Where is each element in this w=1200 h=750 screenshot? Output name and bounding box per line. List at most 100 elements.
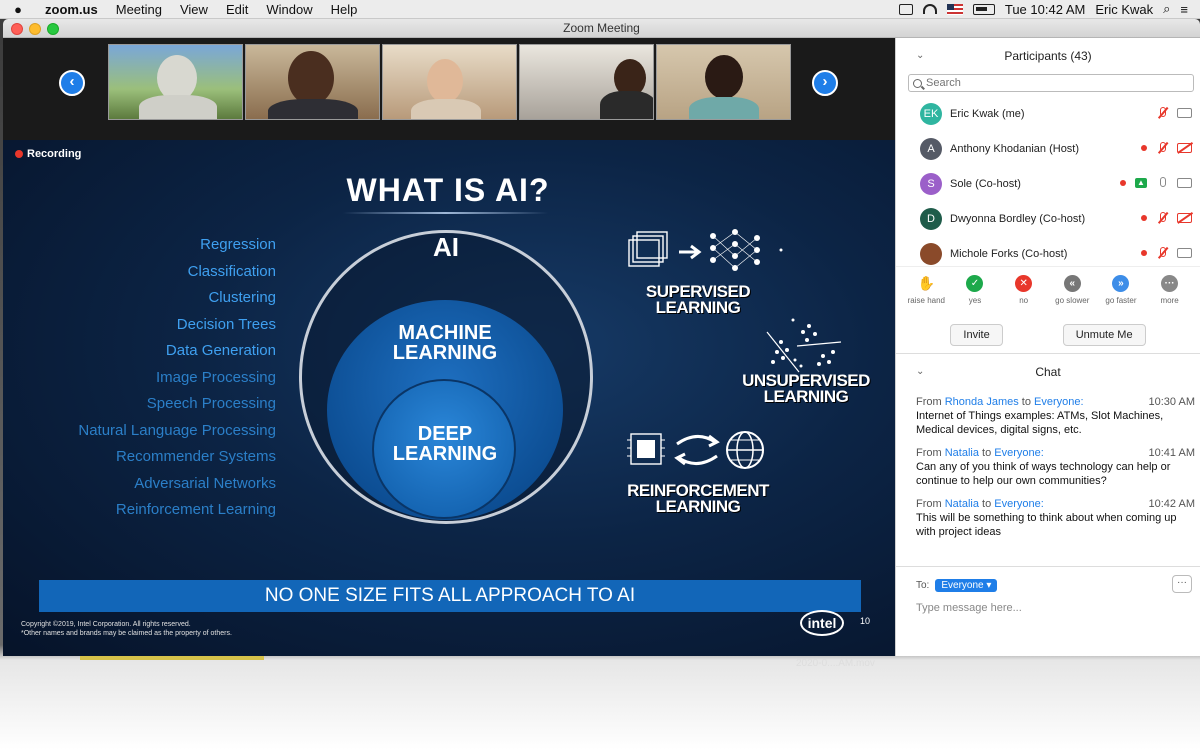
from-word: From <box>916 447 942 459</box>
menubar-user[interactable]: Eric Kwak <box>1095 2 1153 17</box>
person-figure <box>288 51 334 105</box>
message-sender[interactable]: Rhonda James <box>945 396 1019 408</box>
input-source-flag-icon[interactable] <box>946 3 963 15</box>
minimize-window-icon[interactable] <box>29 23 41 35</box>
previous-page-arrow-icon[interactable]: ‹ <box>59 70 85 96</box>
person-figure <box>268 99 358 119</box>
desktop-file-label[interactable]: 2020-0....AM.mov <box>796 658 875 669</box>
camera-icon[interactable] <box>1177 108 1192 118</box>
participant-video-thumbnail[interactable] <box>519 44 654 120</box>
wifi-icon[interactable] <box>922 4 937 14</box>
close-window-icon[interactable] <box>11 23 23 35</box>
to-word: to <box>982 498 992 510</box>
participant-row[interactable]: Michole Forks (Co-host) <box>896 236 1200 266</box>
camera-icon <box>1177 248 1192 258</box>
menu-help[interactable]: Help <box>322 2 367 17</box>
menu-meeting[interactable]: Meeting <box>107 2 171 17</box>
reaction-go-slower[interactable]: « go slower <box>1049 275 1095 320</box>
menu-app[interactable]: zoom.us <box>36 2 107 17</box>
participant-name: Dwyonna Bordley (Co-host) <box>950 212 1086 225</box>
invite-button[interactable]: Invite <box>950 324 1003 346</box>
unmute-me-button[interactable]: Unmute Me <box>1062 324 1146 346</box>
collapse-chevron-icon[interactable]: ⌄ <box>916 354 924 390</box>
ai-label: AI <box>433 232 459 262</box>
reaction-label: go faster <box>1105 296 1137 305</box>
message-sender[interactable]: Natalia <box>945 498 979 510</box>
shared-screen-slide: Recording WHAT IS AI? Regression Classif… <box>3 140 895 656</box>
go-slower-icon: « <box>1063 275 1081 292</box>
message-recipient[interactable]: Everyone: <box>994 498 1044 510</box>
recording-dot-icon <box>1141 145 1147 151</box>
message-recipient[interactable]: Everyone: <box>994 447 1044 459</box>
control-center-icon[interactable]: ≡ <box>1180 2 1188 17</box>
spotlight-search-icon[interactable]: ⌕ <box>1163 1 1170 17</box>
topic-item: Reinforcement Learning <box>115 501 276 518</box>
participant-video-thumbnail[interactable] <box>656 44 791 120</box>
participant-row[interactable]: S Sole (Co-host) ▲ <box>896 166 1200 201</box>
next-page-arrow-icon[interactable]: › <box>812 70 838 96</box>
reaction-yes[interactable]: ✓ yes <box>952 275 998 320</box>
participant-name: Michole Forks (Co-host) <box>950 247 1068 260</box>
participant-row[interactable]: A Anthony Khodanian (Host) <box>896 131 1200 166</box>
desktop-window-edge <box>80 656 264 660</box>
topic-item: Image Processing <box>155 368 276 386</box>
participant-video-thumbnail[interactable] <box>108 44 243 120</box>
window-title: Zoom Meeting <box>563 21 640 35</box>
copyright-line: *Other names and brands may be claimed a… <box>21 630 232 637</box>
participant-video-thumbnail[interactable] <box>245 44 380 120</box>
person-figure <box>411 99 481 119</box>
chat-messages: From Rhonda James to Everyone: 10:30 AM … <box>896 390 1200 566</box>
person-figure <box>427 59 463 103</box>
topic-item: Classification <box>187 262 276 280</box>
reaction-no[interactable]: ✕ no <box>1001 275 1047 320</box>
participants-title: Participants (43) <box>1004 49 1092 63</box>
reaction-raise-hand[interactable]: ✋ raise hand <box>903 275 949 320</box>
message-time: 10:30 AM <box>1148 396 1195 408</box>
menu-edit[interactable]: Edit <box>217 2 257 17</box>
message-text: Can any of you think of ways technology … <box>916 461 1171 487</box>
zoom-window-icon[interactable] <box>47 23 59 35</box>
zoom-status-icon[interactable] <box>898 3 913 15</box>
participant-video-thumbnail[interactable] <box>382 44 517 120</box>
from-word: From <box>916 396 942 408</box>
avatar: A <box>920 137 942 160</box>
topic-item: Data Generation <box>165 342 276 359</box>
recipient-select[interactable]: Everyone ▾ <box>935 579 998 592</box>
battery-icon[interactable] <box>972 3 995 15</box>
participant-row[interactable]: D Dwyonna Bordley (Co-host) <box>896 201 1200 236</box>
chat-recipient-row: To: Everyone ▾ <box>916 579 1180 592</box>
title-underline <box>343 212 548 214</box>
to-word: to <box>982 447 992 459</box>
slide-banner: NO ONE SIZE FITS ALL APPROACH TO AI <box>39 580 861 612</box>
message-text: This will be something to think about wh… <box>916 512 1177 538</box>
chat-message: From Natalia to Everyone: 10:42 AM This … <box>916 498 1195 539</box>
reaction-go-faster[interactable]: » go faster <box>1098 275 1144 320</box>
participant-name: Anthony Khodanian (Host) <box>950 142 1080 155</box>
recording-dot-icon <box>1141 215 1147 221</box>
participant-search[interactable] <box>908 74 1194 92</box>
menu-view[interactable]: View <box>171 2 217 17</box>
participants-header: ⌄ Participants (43) <box>896 38 1200 74</box>
recording-dot-icon <box>1141 250 1147 256</box>
chat-more-button[interactable]: ··· <box>1172 575 1192 593</box>
menubar-clock[interactable]: Tue 10:42 AM <box>1005 2 1085 17</box>
topic-item: Adversarial Networks <box>134 474 276 492</box>
message-recipient[interactable]: Everyone: <box>1034 396 1084 408</box>
topic-item: Clustering <box>208 289 276 306</box>
chat-message-input[interactable] <box>916 602 1166 614</box>
participant-search-input[interactable] <box>926 77 1166 89</box>
message-sender[interactable]: Natalia <box>945 447 979 459</box>
collapse-chevron-icon[interactable]: ⌄ <box>916 38 924 74</box>
participant-row[interactable]: EK Eric Kwak (me) <box>896 96 1200 131</box>
chat-message: From Natalia to Everyone: 10:41 AM Can a… <box>916 447 1195 488</box>
mic-muted-icon <box>1156 247 1168 259</box>
chat-header: ⌄ Chat <box>896 354 1200 390</box>
menu-window[interactable]: Window <box>257 2 321 17</box>
chat-message: From Rhonda James to Everyone: 10:30 AM … <box>916 396 1195 437</box>
avatar <box>920 242 942 265</box>
reaction-more[interactable]: ··· more <box>1147 275 1193 320</box>
mic-muted-icon[interactable] <box>1156 107 1168 119</box>
to-word: to <box>1021 396 1031 408</box>
reaction-label: go slower <box>1055 296 1090 305</box>
apple-icon[interactable]: ● <box>0 2 36 17</box>
